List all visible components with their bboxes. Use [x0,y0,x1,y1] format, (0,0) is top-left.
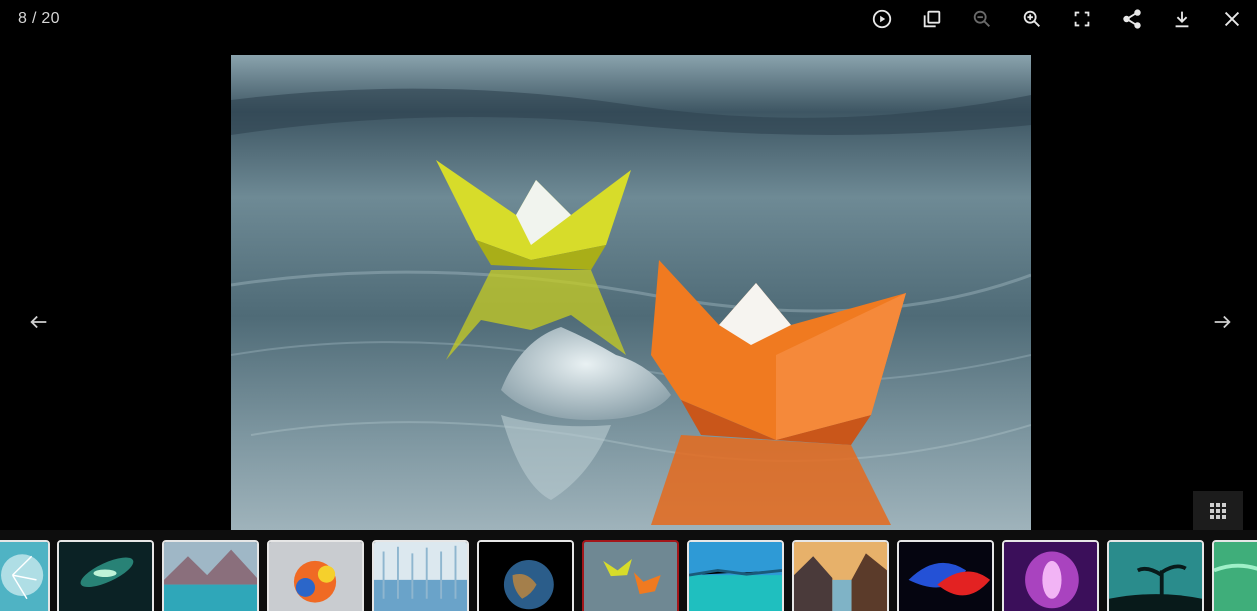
thumbnail-strip [0,530,1257,611]
fullscreen-button[interactable] [1057,0,1107,38]
zoom-out-button[interactable] [957,0,1007,38]
play-circle-icon [872,9,892,29]
previous-image-button[interactable] [19,302,59,342]
close-icon [1224,11,1240,27]
arrow-left-icon [30,315,47,329]
zoom-in-icon [1023,10,1040,27]
play-slideshow-button[interactable] [857,0,907,38]
thumbnail-galaxy-swirl[interactable] [57,540,154,611]
thumbnail-earth-globe[interactable] [477,540,574,611]
close-button[interactable] [1207,0,1257,38]
share-button[interactable] [1107,0,1157,38]
main-image[interactable] [231,55,1031,530]
next-image-button[interactable] [1202,302,1242,342]
toolbar [857,0,1257,38]
download-icon [1175,11,1189,28]
thumbnail-purple-aurora[interactable] [1002,540,1099,611]
thumbnail-mountain-lake[interactable] [162,540,259,611]
thumbnail-red-blue-splash[interactable] [897,540,994,611]
grid-icon [1210,503,1226,519]
thumbnail-color-explosion[interactable] [267,540,364,611]
zoom-out-icon [973,10,990,27]
image-counter: 8 / 20 [18,10,60,27]
thumbnail-grid-toggle[interactable] [1193,491,1243,531]
thumbnail-green-waves[interactable] [1212,540,1257,611]
download-button[interactable] [1157,0,1207,38]
arrow-right-icon [1214,315,1231,329]
thumbnail-tree-silhouette[interactable] [1107,540,1204,611]
thumbnail-paper-boats[interactable] [582,540,679,611]
share-icon [1123,9,1141,29]
thumbnail-tropical-water[interactable] [687,540,784,611]
zoom-in-button[interactable] [1007,0,1057,38]
thumbnail-winter-forest[interactable] [372,540,469,611]
thumbnail-dandelion[interactable] [0,540,50,611]
copy-icon [923,10,941,28]
fullscreen-icon [1074,11,1090,27]
thumbnails-button[interactable] [907,0,957,38]
thumbnail-sunset-fjord[interactable] [792,540,889,611]
